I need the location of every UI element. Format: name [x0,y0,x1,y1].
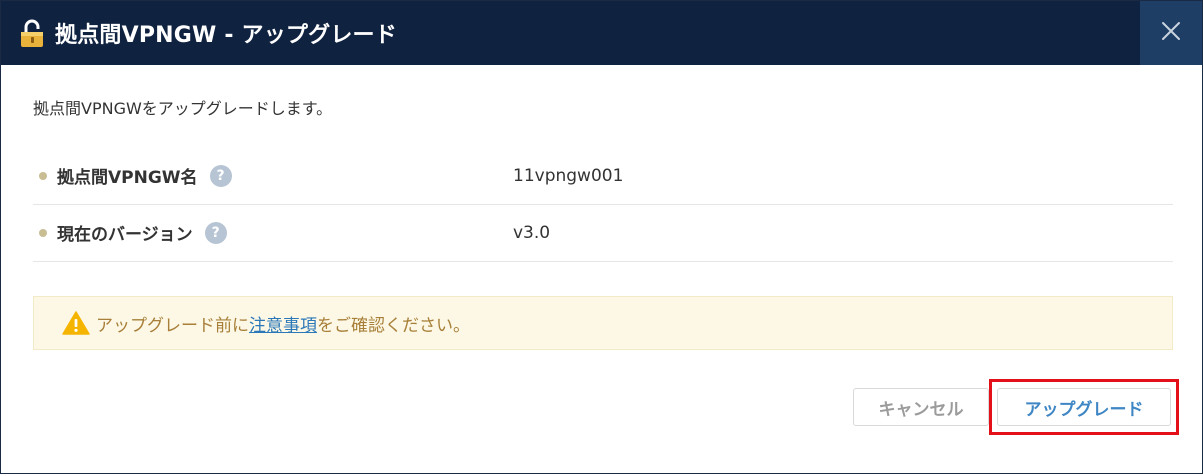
field-row-current-version: 現在のバージョン ? v3.0 [33,204,1173,262]
field-value: 11vpngw001 [513,165,624,186]
notes-link[interactable]: 注意事項 [249,316,317,336]
warning-text: アップグレード前に注意事項をご確認ください。 [96,311,470,336]
warning-icon [62,310,90,336]
upgrade-dialog: 拠点間VPNGW - アップグレード 拠点間VPNGWをアップグレードします。 … [0,0,1203,474]
cancel-button[interactable]: キャンセル [853,388,989,426]
warning-text-after: をご確認ください。 [317,315,470,336]
close-button[interactable] [1140,1,1202,65]
dialog-title: 拠点間VPNGW - アップグレード [55,23,397,48]
help-icon[interactable]: ? [209,164,232,187]
field-value: v3.0 [513,222,551,243]
field-label: 現在のバージョン [57,225,193,245]
warning-text-before: アップグレード前に [96,315,249,336]
field-row-vpngw-name: 拠点間VPNGW名 ? 11vpngw001 [33,147,1173,205]
help-icon[interactable]: ? [204,221,227,244]
close-icon [1160,20,1182,46]
upgrade-button[interactable]: アップグレード [997,388,1171,426]
bullet-marker [39,171,47,180]
dialog-description: 拠点間VPNGWをアップグレードします。 [33,99,333,118]
field-label: 拠点間VPNGW名 [57,168,198,188]
warning-banner: アップグレード前に注意事項をご確認ください。 [33,296,1173,350]
bullet-marker [39,228,47,237]
dialog-titlebar: 拠点間VPNGW - アップグレード [1,1,1202,65]
lock-icon [17,18,47,48]
